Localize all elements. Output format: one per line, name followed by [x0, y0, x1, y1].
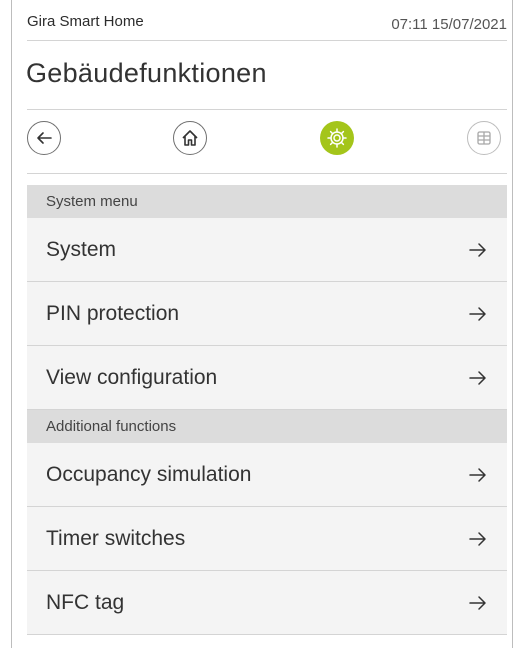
- menu-item-label: View configuration: [46, 365, 218, 389]
- menu-item-pin-protection[interactable]: PIN protection: [27, 282, 507, 346]
- menu-item-system[interactable]: System: [27, 218, 507, 282]
- arrow-right-icon: [469, 306, 486, 321]
- settings-menu: System menu System PIN protection View c…: [27, 185, 507, 635]
- menu-item-label: Occupancy simulation: [46, 462, 252, 486]
- status-bar: Gira Smart Home 07:11 15/07/2021: [27, 0, 507, 40]
- grid-view-button[interactable]: [467, 121, 501, 155]
- right-frame-border: [512, 0, 513, 648]
- left-frame-border: [11, 0, 12, 648]
- app-name: Gira Smart Home: [27, 13, 144, 30]
- menu-item-label: NFC tag: [46, 590, 125, 614]
- arrow-right-icon: [469, 531, 486, 546]
- divider: [27, 109, 507, 110]
- menu-item-timer-switches[interactable]: Timer switches: [27, 507, 507, 571]
- arrow-left-icon: [37, 132, 52, 144]
- nav-bar: [27, 115, 507, 173]
- menu-item-label: PIN protection: [46, 301, 180, 325]
- back-button[interactable]: [27, 121, 61, 155]
- home-icon: [182, 130, 198, 146]
- section-header-system-menu: System menu: [27, 185, 507, 218]
- page-title: Gebäudefunktionen: [26, 58, 267, 88]
- arrow-right-icon: [469, 370, 486, 385]
- gear-icon: [327, 128, 347, 148]
- arrow-right-icon: [469, 467, 486, 482]
- menu-item-label: Timer switches: [46, 526, 186, 550]
- menu-item-label: System: [46, 237, 117, 261]
- menu-item-occupancy-simulation[interactable]: Occupancy simulation: [27, 443, 507, 507]
- home-button[interactable]: [173, 121, 207, 155]
- menu-item-view-configuration[interactable]: View configuration: [27, 346, 507, 410]
- arrow-right-icon: [469, 595, 486, 610]
- arrow-right-icon: [469, 242, 486, 257]
- divider: [27, 40, 507, 41]
- clock: 07:11 15/07/2021: [391, 16, 507, 33]
- divider: [27, 173, 507, 174]
- settings-button[interactable]: [320, 121, 354, 155]
- menu-item-nfc-tag[interactable]: NFC tag: [27, 571, 507, 635]
- section-header-additional-functions: Additional functions: [27, 410, 507, 443]
- grid-icon: [477, 131, 491, 145]
